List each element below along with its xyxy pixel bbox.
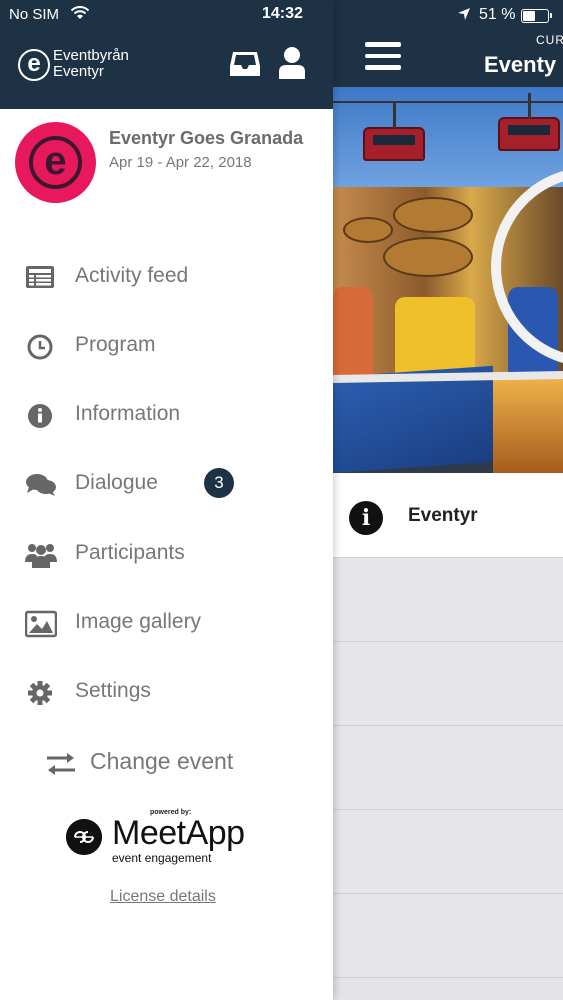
- info-icon: i: [349, 501, 383, 535]
- battery-icon: [521, 9, 552, 23]
- clock-icon: [25, 333, 55, 361]
- main-screen: 51 % CUR Eventy i Eventyr: [333, 0, 563, 1000]
- drawer-header: No SIM 14:32 e Eventbyrån Eventyr: [0, 0, 333, 109]
- unread-count-badge: 3: [204, 468, 234, 498]
- header-title: Eventy: [484, 52, 557, 77]
- menu-item-settings[interactable]: Settings: [0, 663, 333, 723]
- info-list-item[interactable]: i Eventyr: [333, 473, 563, 558]
- meetapp-name: MeetApp: [112, 814, 245, 852]
- battery-percent: 51 %: [479, 6, 516, 23]
- list-icon: [25, 264, 55, 292]
- swap-arrows-icon: [45, 751, 77, 782]
- menu-item-label: Participants: [75, 541, 185, 564]
- carrier-label: No SIM: [9, 6, 60, 23]
- menu-item-information[interactable]: Information: [0, 386, 333, 446]
- menu-item-image-gallery[interactable]: Image gallery: [0, 594, 333, 654]
- meetapp-tagline: event engagement: [112, 851, 212, 865]
- event-logo: e: [15, 122, 96, 203]
- image-icon: [24, 610, 58, 638]
- menu-item-dialogue[interactable]: Dialogue 3: [0, 455, 333, 515]
- gear-icon: [25, 679, 55, 707]
- menu-item-label: Activity feed: [75, 264, 189, 287]
- menu-item-label: Program: [75, 333, 156, 356]
- list-item: [333, 810, 563, 894]
- license-details-link[interactable]: License details: [110, 888, 216, 906]
- brand-line2: Eventyr: [53, 63, 104, 80]
- meetapp-logo-icon: [66, 819, 102, 855]
- header-subtitle: CUR: [536, 33, 563, 47]
- event-dates: Apr 19 - Apr 22, 2018: [109, 154, 252, 171]
- info-icon: [25, 402, 55, 430]
- status-bar-right: 51 %: [333, 6, 563, 26]
- menu-item-label: Information: [75, 402, 181, 425]
- inbox-icon[interactable]: [229, 50, 261, 83]
- list-item: [333, 726, 563, 810]
- user-profile-icon[interactable]: [278, 46, 306, 85]
- menu-hamburger-icon[interactable]: [365, 42, 401, 72]
- location-arrow-icon: [457, 7, 471, 25]
- brand-name: Eventbyrån Eventyr: [53, 48, 129, 80]
- menu-item-label: Settings: [75, 679, 151, 702]
- menu-item-label: Image gallery: [75, 610, 202, 633]
- change-event-label: Change event: [90, 748, 234, 774]
- list-item: [333, 642, 563, 726]
- event-logo-letter: e: [29, 136, 82, 189]
- side-drawer: No SIM 14:32 e Eventbyrån Eventyr e Even…: [0, 0, 333, 1000]
- brand-logo: e: [18, 49, 50, 81]
- users-icon: [25, 541, 57, 569]
- info-item-label: Eventyr: [408, 505, 478, 526]
- list-item: [333, 558, 563, 642]
- menu-item-program[interactable]: Program: [0, 317, 333, 377]
- hero-image: [333, 87, 563, 473]
- event-title: Eventyr Goes Granada: [109, 128, 304, 148]
- chat-icon: [25, 471, 56, 499]
- wifi-icon: [70, 6, 90, 25]
- menu-item-activity-feed[interactable]: Activity feed: [0, 248, 333, 308]
- menu-item-label: Dialogue: [75, 471, 158, 494]
- menu-item-participants[interactable]: Participants: [0, 525, 333, 585]
- brand-line1: Eventbyrån: [53, 47, 129, 64]
- list-item: [333, 894, 563, 978]
- clock-time: 14:32: [262, 5, 303, 22]
